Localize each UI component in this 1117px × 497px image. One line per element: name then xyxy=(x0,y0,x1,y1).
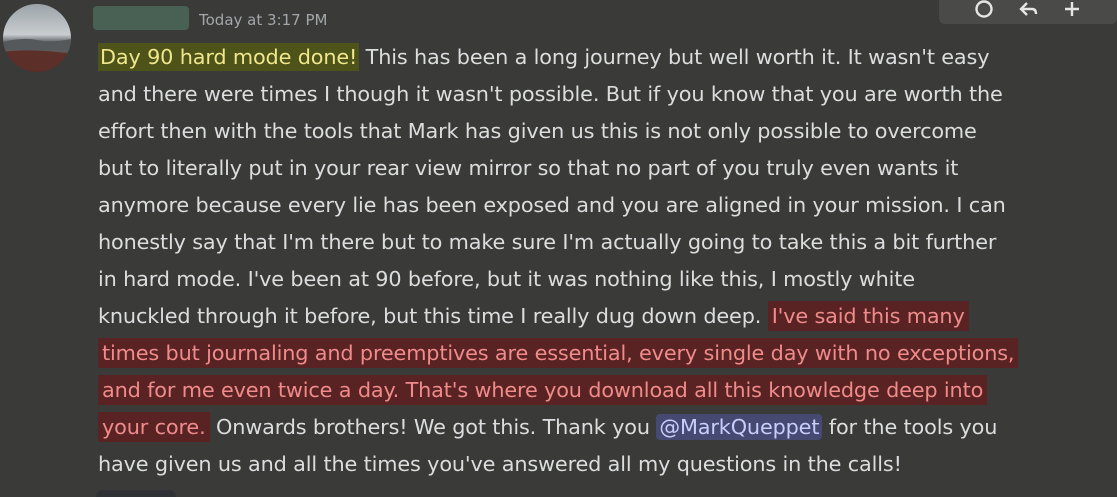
message-view: Today at 3:17 PM Day 90 hard mode done! … xyxy=(0,0,1117,497)
yellow-highlight: Day 90 hard mode done! xyxy=(98,43,360,71)
message-line: have given us and all the times you've a… xyxy=(98,452,902,476)
message-body: Day 90 hard mode done! This has been a l… xyxy=(98,39,1110,483)
author-name-redacted[interactable] xyxy=(93,6,189,30)
message-line: Day 90 hard mode done! This has been a l… xyxy=(98,39,1110,76)
avatar-image xyxy=(3,4,71,72)
red-highlight: I've said this many xyxy=(767,301,969,331)
red-highlight: and for me even twice a day. That's wher… xyxy=(98,375,988,405)
message-toolbar xyxy=(939,0,1117,24)
more-options-icon[interactable] xyxy=(1061,0,1083,20)
message-line: effort then with the tools that Mark has… xyxy=(98,119,977,143)
message-line: but to literally put in your rear view m… xyxy=(98,156,959,180)
reply-icon[interactable] xyxy=(1017,0,1039,20)
message-text: knuckled through it before, but this tim… xyxy=(98,304,768,328)
reaction-pill[interactable] xyxy=(96,490,176,497)
message-timestamp: Today at 3:17 PM xyxy=(199,11,328,29)
message-line: knuckled through it before, but this tim… xyxy=(98,298,1110,335)
message-line: and for me even twice a day. That's wher… xyxy=(98,372,1110,409)
message-text: for the tools you xyxy=(822,415,998,439)
user-mention[interactable]: @MarkQueppet xyxy=(656,414,823,440)
message-text: Onwards brothers! We got this. Thank you xyxy=(209,415,657,439)
message-line: anymore because every lie has been expos… xyxy=(98,193,1006,217)
red-highlight: your core. xyxy=(98,412,210,442)
message-line: honestly say that I'm there but to make … xyxy=(98,230,997,254)
message-line: your core. Onwards brothers! We got this… xyxy=(98,409,1110,446)
avatar[interactable] xyxy=(3,4,71,72)
message-line: in hard mode. I've been at 90 before, bu… xyxy=(98,267,915,291)
message-line: and there were times I though it wasn't … xyxy=(98,82,1003,106)
red-highlight: times but journaling and preemptives are… xyxy=(98,338,1019,368)
message-text: This has been a long journey but well wo… xyxy=(359,45,990,69)
add-reaction-icon[interactable] xyxy=(973,0,995,20)
message-line: times but journaling and preemptives are… xyxy=(98,335,1110,372)
